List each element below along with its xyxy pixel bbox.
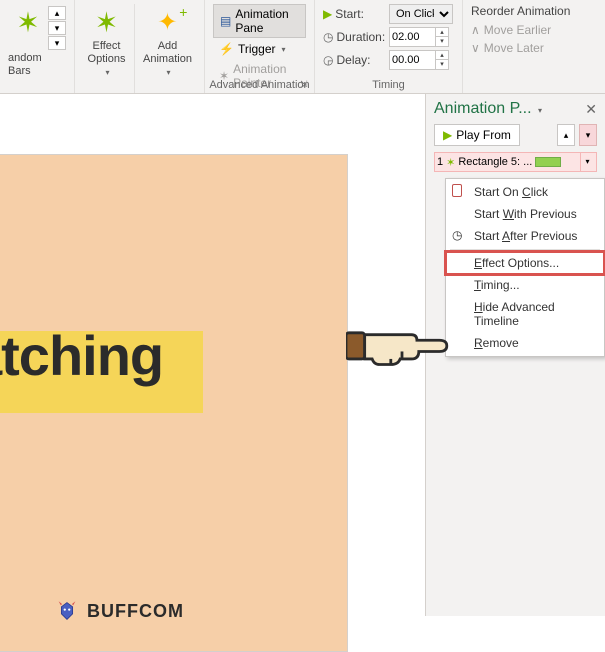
context-menu: Start On Click Start With Previous ◷ Sta… [445, 178, 605, 357]
slide[interactable]: atching BUFFCOM [0, 154, 348, 652]
pane-title: Animation P... ▾ [434, 100, 542, 118]
play-icon: ▶ [443, 128, 452, 142]
ctx-effect-options[interactable]: Effect Options... [446, 252, 604, 274]
play-from-label: Play From [456, 128, 511, 142]
add-animation-label: AddAnimation [143, 40, 192, 65]
up-arrow-icon: ∧ [471, 23, 480, 37]
ctx-start-with-previous[interactable]: Start With Previous [446, 203, 604, 225]
effect-options-icon: ✶ [91, 6, 123, 38]
duration-spinner[interactable]: ▴▾ [435, 27, 449, 47]
timeline-bar [535, 157, 561, 167]
ribbon: ✶ ▴ ▾ ▾ andom Bars ✶ EffectOptions ▾ ✦+ … [0, 0, 605, 94]
animation-pane: Animation P... ▾ ✕ ▶ Play From ▴ ▾ 1 ✶ R… [425, 94, 605, 616]
slide-canvas[interactable]: atching BUFFCOM [0, 94, 425, 616]
advanced-animation-group: ▤ Animation Pane ⚡ Trigger ▾ ✶ Animation… [205, 0, 315, 93]
effect-options-label: EffectOptions [88, 40, 126, 65]
item-dropdown-icon[interactable]: ▾ [580, 153, 594, 171]
duration-label: Duration: [336, 30, 385, 44]
advanced-animation-group-label: Advanced Animation [205, 79, 314, 91]
slide-text[interactable]: atching [0, 323, 163, 388]
delay-spinner[interactable]: ▴▾ [435, 50, 449, 70]
play-icon: ▶ [323, 7, 332, 21]
effect-options-button[interactable]: ✶ EffectOptions ▾ [83, 4, 130, 93]
reorder-title: Reorder Animation [471, 4, 597, 18]
logo-text: BUFFCOM [87, 601, 184, 622]
delay-icon: ◶ [323, 53, 333, 67]
chevron-down-icon: ▾ [106, 68, 110, 77]
ctx-start-after-previous[interactable]: ◷ Start After Previous [446, 225, 604, 247]
animation-list-item[interactable]: 1 ✶ Rectangle 5: ... ▾ [434, 152, 597, 172]
delay-input[interactable] [389, 50, 435, 70]
trigger-button[interactable]: ⚡ Trigger ▾ [213, 40, 306, 58]
pane-icon: ▤ [220, 14, 231, 28]
ctx-start-on-click[interactable]: Start On Click [446, 181, 604, 203]
ctx-hide-timeline[interactable]: Hide Advanced Timeline [446, 296, 604, 332]
chevron-down-icon: ▾ [282, 45, 286, 54]
trigger-label: Trigger [238, 42, 276, 56]
delay-label: Delay: [336, 53, 370, 67]
move-later-button: ∨Move Later [471, 39, 597, 57]
lightning-icon: ⚡ [219, 42, 234, 56]
mouse-icon [452, 184, 462, 197]
effect-options-group: ✶ EffectOptions ▾ ✦+ AddAnimation ▾ [75, 0, 205, 93]
random-bars-icon: ✶ [12, 6, 44, 38]
down-arrow-icon: ∨ [471, 41, 480, 55]
random-bars-label: andom Bars [8, 52, 66, 78]
chevron-down-icon: ▾ [166, 68, 170, 77]
gallery-down[interactable]: ▾ [48, 21, 66, 35]
clock-icon: ◷ [323, 30, 333, 44]
buffcom-icon [53, 597, 81, 625]
animation-gallery-group: ✶ ▴ ▾ ▾ andom Bars [0, 0, 75, 93]
ctx-timing[interactable]: Timing... [446, 274, 604, 296]
animation-pane-label: Animation Pane [235, 7, 299, 35]
close-icon[interactable]: ✕ [585, 101, 597, 118]
play-from-button[interactable]: ▶ Play From [434, 124, 520, 146]
move-earlier-button: ∧Move Earlier [471, 21, 597, 39]
reorder-group: Reorder Animation ∧Move Earlier ∨Move La… [463, 0, 605, 93]
start-label: Start: [335, 7, 364, 21]
chevron-down-icon[interactable]: ▾ [538, 106, 542, 115]
item-number: 1 [437, 156, 443, 168]
duration-input[interactable] [389, 27, 435, 47]
start-select[interactable]: On Click [389, 4, 453, 24]
add-animation-icon: ✦+ [151, 6, 183, 38]
ctx-remove[interactable]: Remove [446, 332, 604, 354]
clock-icon: ◷ [452, 228, 468, 244]
separator [450, 249, 600, 250]
move-up-button[interactable]: ▴ [557, 124, 575, 146]
star-icon: ✶ [446, 156, 455, 169]
dialog-launcher-icon[interactable]: ⇲ [300, 79, 310, 89]
timing-group: ▶Start: On Click ◷Duration: ▴▾ ◶Delay: ▴… [315, 0, 463, 93]
gallery-more[interactable]: ▾ [48, 36, 66, 50]
animation-pane-button[interactable]: ▤ Animation Pane [213, 4, 306, 38]
gallery-up[interactable]: ▴ [48, 6, 66, 20]
item-label: Rectangle 5: ... [458, 156, 532, 168]
random-bars-effect[interactable]: ✶ [8, 4, 48, 40]
move-down-button[interactable]: ▾ [579, 124, 597, 146]
timing-group-label: Timing [315, 79, 462, 91]
add-animation-button[interactable]: ✦+ AddAnimation ▾ [139, 4, 196, 93]
logo: BUFFCOM [53, 597, 184, 625]
